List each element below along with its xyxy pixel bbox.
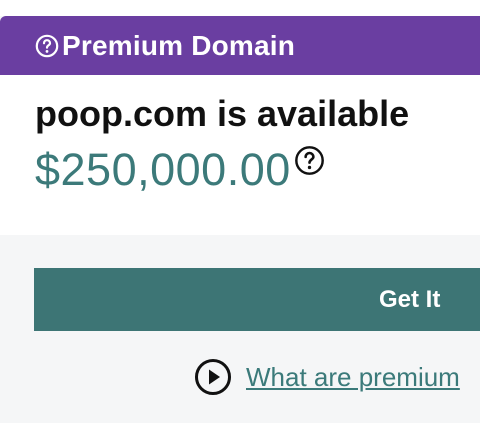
question-circle-icon[interactable] [294,145,325,176]
price-row: $250,000.00 [35,144,325,196]
play-circle-icon[interactable] [194,358,232,396]
what-are-premium-link[interactable]: What are premium [246,362,460,393]
premium-banner: Premium Domain [0,16,480,75]
availability-text: poop.com is available [35,93,410,134]
get-it-button[interactable]: Get It [34,268,480,331]
price: $250,000.00 [35,144,291,195]
premium-domain-card: Premium Domain poop.com is available $25… [0,16,480,235]
get-it-label: Get It [379,286,441,313]
banner-title: Premium Domain [62,29,296,61]
premium-info-row: What are premium [194,358,460,396]
question-circle-icon[interactable] [35,34,59,58]
